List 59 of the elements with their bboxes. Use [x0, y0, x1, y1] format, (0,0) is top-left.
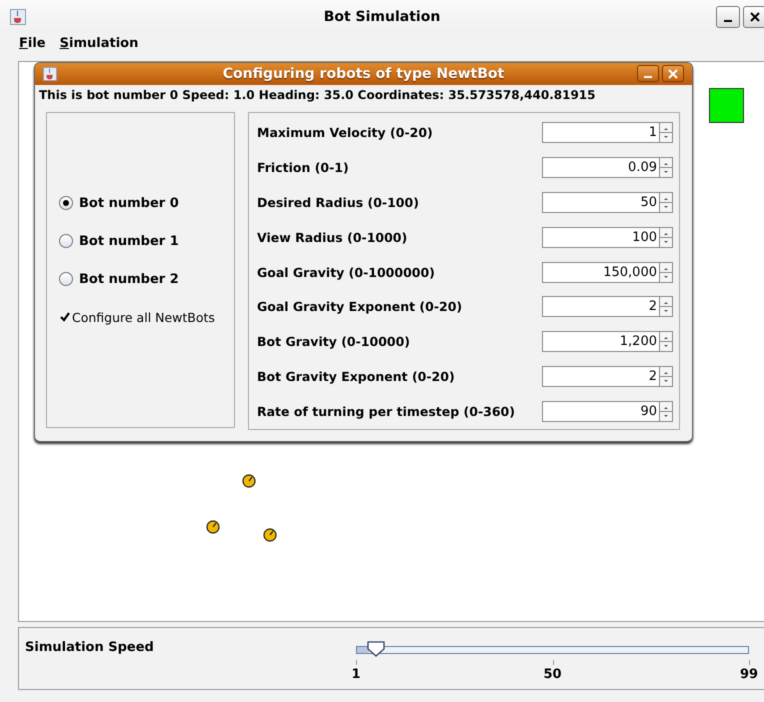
- parameter-label: Goal Gravity Exponent (0-20): [257, 299, 462, 314]
- parameter-label: Desired Radius (0-100): [257, 194, 419, 210]
- bot-info: This is bot number 0 Speed: 1.0 Heading: 35.0 Coordinates: 35.573578,440.81915: [38, 87, 596, 104]
- parameter-label: Maximum Velocity (0-20): [257, 124, 433, 140]
- number-field[interactable]: 100: [542, 226, 660, 248]
- checkbox[interactable]: [59, 312, 70, 322]
- radio-label[interactable]: Bot number 0: [79, 196, 179, 210]
- parameter-label: View Radius (0-1000): [257, 230, 408, 245]
- speed-label: Simulation Speed: [25, 640, 154, 655]
- spinner-arrows-icon[interactable]: [660, 331, 673, 352]
- radio-button[interactable]: [59, 196, 73, 210]
- spinner-arrows-icon[interactable]: [660, 401, 673, 422]
- minimize-button[interactable]: [716, 6, 740, 28]
- spinner-arrows-icon[interactable]: [660, 296, 673, 318]
- close-button[interactable]: [662, 65, 684, 82]
- dialog-title: Configuring robots of type NewtBot: [222, 66, 504, 82]
- parameter-label: Goal Gravity (0-1000000): [257, 264, 435, 280]
- number-field[interactable]: 2: [542, 296, 660, 318]
- number-field[interactable]: 1: [542, 122, 660, 143]
- robot-icon: [263, 528, 277, 542]
- robot-icon: [206, 520, 220, 534]
- menu-item[interactable]: File: [19, 36, 46, 50]
- number-field[interactable]: 1,200: [542, 331, 660, 352]
- radio-label[interactable]: Bot number 2: [79, 272, 179, 286]
- number-field[interactable]: 90: [542, 401, 660, 422]
- menu-item[interactable]: Simulation: [60, 36, 138, 50]
- tick-label: 99: [740, 667, 758, 682]
- minimize-button[interactable]: [637, 65, 659, 82]
- tick-label: 1: [351, 667, 361, 682]
- cup-icon: [10, 8, 26, 24]
- close-button[interactable]: [743, 6, 764, 28]
- number-field[interactable]: 2: [542, 366, 660, 388]
- radio-button[interactable]: [59, 234, 73, 248]
- spinner-arrows-icon[interactable]: [660, 262, 673, 282]
- close-icon: [668, 68, 678, 78]
- minimize-icon: [644, 76, 652, 78]
- spinner-arrows-icon[interactable]: [660, 366, 673, 388]
- spinner-arrows-icon[interactable]: [660, 192, 673, 213]
- parameter-label: Bot Gravity Exponent (0-20): [257, 369, 455, 384]
- slider-thumb[interactable]: [366, 641, 385, 657]
- parameter-label: Bot Gravity (0-10000): [257, 334, 410, 350]
- spinner-arrows-icon[interactable]: [660, 226, 673, 248]
- close-icon: [750, 12, 760, 22]
- spinner-arrows-icon[interactable]: [660, 156, 673, 178]
- number-field[interactable]: 0.09: [542, 156, 660, 178]
- cup-icon: [43, 67, 57, 81]
- parameter-label: Rate of turning per timestep (0-360): [257, 404, 515, 420]
- robot-icon: [242, 474, 256, 488]
- tick-label: 50: [543, 667, 562, 682]
- window-title: Bot Simulation: [324, 8, 440, 24]
- radio-label[interactable]: Bot number 1: [79, 234, 179, 248]
- parameter-label: Friction (0-1): [257, 160, 349, 175]
- radio-button[interactable]: [59, 272, 73, 286]
- number-field[interactable]: 50: [542, 192, 660, 213]
- minimize-icon: [724, 20, 732, 22]
- goal-square: [709, 88, 744, 123]
- number-field[interactable]: 150,000: [542, 262, 660, 282]
- checkbox-label[interactable]: Configure all NewtBots: [72, 310, 215, 324]
- spinner-arrows-icon[interactable]: [660, 122, 673, 143]
